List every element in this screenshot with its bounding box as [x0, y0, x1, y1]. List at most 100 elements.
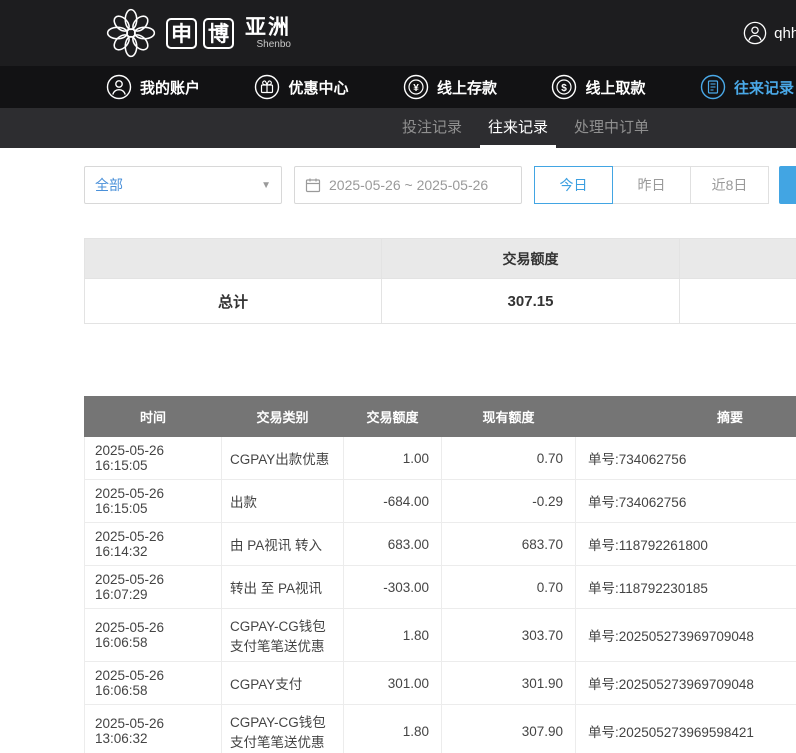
main-nav: 我的账户 优惠中心 ¥ 线上存款 $ 线上取款 — [0, 66, 796, 108]
transactions-header-row: 时间 交易类别 交易额度 现有额度 摘要 — [85, 397, 796, 437]
type-cell: CGPAY出款优惠 — [222, 437, 344, 480]
nav-item-label: 我的账户 — [140, 77, 200, 98]
table-row: 2025-05-26 16:14:32由 PA视讯 转入683.00683.70… — [85, 523, 796, 566]
type-cell: CGPAY支付 — [222, 662, 344, 705]
summary-cell: 单号:202505273969709048 — [576, 662, 796, 705]
tab-betting-records[interactable]: 投注记录 — [402, 108, 462, 148]
balance-cell: 683.70 — [442, 523, 576, 566]
nav-item-my-account[interactable]: 我的账户 — [106, 74, 200, 100]
chevron-down-icon: ▼ — [261, 180, 271, 191]
time-cell: 2025-05-26 16:14:32 — [85, 523, 222, 566]
table-row: 2025-05-26 16:07:29转出 至 PA视讯-303.000.70单… — [85, 566, 796, 609]
logo-char-shen: 申 — [166, 18, 197, 49]
logo-char-bo: 博 — [203, 18, 234, 49]
quick-filter-yesterday[interactable]: 昨日 — [612, 166, 691, 204]
tab-pending-orders[interactable]: 处理中订单 — [574, 108, 649, 148]
search-button[interactable] — [779, 166, 796, 204]
top-header: 申 博 亚洲 Shenbo qhhw — [0, 0, 796, 66]
summary-cell: 单号:118792261800 — [576, 523, 796, 566]
table-row: 2025-05-26 16:06:58CGPAY-CG钱包支付笔笔送优惠1.80… — [85, 609, 796, 662]
table-row: 2025-05-26 16:15:05CGPAY出款优惠1.000.70单号:7… — [85, 437, 796, 480]
time-cell: 2025-05-26 16:15:05 — [85, 480, 222, 523]
transactions-table: 时间 交易类别 交易额度 现有额度 摘要 2025-05-26 16:15:05… — [84, 396, 796, 753]
balance-cell: 307.90 — [442, 705, 576, 753]
withdraw-coin-icon: $ — [551, 74, 577, 100]
table-row: 2025-05-26 16:06:58CGPAY支付301.00301.90单号… — [85, 662, 796, 705]
date-range-input[interactable]: 2025-05-26 ~ 2025-05-26 — [294, 166, 522, 204]
gift-icon — [254, 74, 280, 100]
brand-logo: 申 博 亚洲 Shenbo — [104, 6, 291, 60]
type-select[interactable]: 全部 ▼ — [84, 166, 282, 204]
summary-cell: 单号:202505273969598421 — [576, 705, 796, 753]
nav-item-label: 优惠中心 — [288, 77, 348, 98]
svg-text:$: $ — [562, 83, 568, 94]
nav-item-deposit[interactable]: ¥ 线上存款 — [403, 74, 497, 100]
lotus-flower-icon — [104, 6, 158, 60]
nav-item-label: 线上取款 — [585, 77, 645, 98]
amount-cell: -684.00 — [344, 480, 442, 523]
records-icon — [700, 74, 726, 100]
amount-cell: 1.00 — [344, 437, 442, 480]
nav-item-transactions[interactable]: 往来记录 — [700, 74, 794, 100]
logo-subbrand-text: Shenbo — [245, 39, 291, 50]
time-cell: 2025-05-26 16:06:58 — [85, 609, 222, 662]
user-name: qhhw — [774, 25, 796, 42]
balance-cell: 0.70 — [442, 566, 576, 609]
balance-cell: 301.90 — [442, 662, 576, 705]
summary-header-empty2 — [680, 239, 796, 279]
amount-cell: -303.00 — [344, 566, 442, 609]
summary-cell: 单号:734062756 — [576, 437, 796, 480]
table-row: 2025-05-26 13:06:32CGPAY-CG钱包支付笔笔送优惠1.80… — [85, 705, 796, 753]
balance-cell: -0.29 — [442, 480, 576, 523]
summary-cell: 单号:202505273969709048 — [576, 609, 796, 662]
user-icon — [106, 74, 132, 100]
time-cell: 2025-05-26 16:06:58 — [85, 662, 222, 705]
column-header-balance: 现有额度 — [442, 397, 576, 437]
summary-total-value: 307.15 — [382, 279, 680, 324]
amount-cell: 1.80 — [344, 705, 442, 753]
transactions-body: 2025-05-26 16:15:05CGPAY出款优惠1.000.70单号:7… — [85, 437, 796, 753]
user-account[interactable]: qhhw — [743, 0, 796, 66]
quick-filter-today[interactable]: 今日 — [534, 166, 613, 204]
column-header-amount: 交易额度 — [344, 397, 442, 437]
deposit-coin-icon: ¥ — [403, 74, 429, 100]
nav-item-withdraw[interactable]: $ 线上取款 — [551, 74, 645, 100]
quick-filter-last8days[interactable]: 近8日 — [690, 166, 769, 204]
column-header-type: 交易类别 — [222, 397, 344, 437]
tab-transaction-records[interactable]: 往来记录 — [488, 108, 548, 148]
nav-item-promotions[interactable]: 优惠中心 — [254, 74, 348, 100]
type-cell: 转出 至 PA视讯 — [222, 566, 344, 609]
summary-header-amount: 交易额度 — [382, 239, 680, 279]
logo-region-text: 亚洲 — [245, 17, 291, 39]
nav-item-label: 线上存款 — [437, 77, 497, 98]
balance-cell: 0.70 — [442, 437, 576, 480]
summary-header-empty — [85, 239, 382, 279]
time-cell: 2025-05-26 16:07:29 — [85, 566, 222, 609]
column-header-summary: 摘要 — [576, 397, 796, 437]
user-avatar-icon — [743, 21, 767, 45]
summary-header-row: 交易额度 — [85, 239, 796, 279]
amount-cell: 683.00 — [344, 523, 442, 566]
subnav-tabs: 投注记录 往来记录 处理中订单 — [0, 108, 796, 148]
table-row: 2025-05-26 16:15:05出款-684.00-0.29单号:7340… — [85, 480, 796, 523]
filter-bar: 全部 ▼ 2025-05-26 ~ 2025-05-26 今日 昨日 近8日 — [84, 166, 796, 204]
type-cell: CGPAY-CG钱包支付笔笔送优惠 — [222, 609, 344, 662]
time-cell: 2025-05-26 16:15:05 — [85, 437, 222, 480]
column-header-time: 时间 — [85, 397, 222, 437]
nav-item-label: 往来记录 — [734, 77, 794, 98]
svg-text:¥: ¥ — [413, 83, 419, 94]
summary-cell: 单号:734062756 — [576, 480, 796, 523]
balance-cell: 303.70 — [442, 609, 576, 662]
time-cell: 2025-05-26 13:06:32 — [85, 705, 222, 753]
amount-cell: 301.00 — [344, 662, 442, 705]
type-cell: 出款 — [222, 480, 344, 523]
type-cell: 由 PA视讯 转入 — [222, 523, 344, 566]
summary-empty-cell — [680, 279, 796, 324]
summary-total-label: 总计 — [85, 279, 382, 324]
amount-cell: 1.80 — [344, 609, 442, 662]
date-range-value: 2025-05-26 ~ 2025-05-26 — [329, 177, 488, 193]
type-select-value: 全部 — [95, 175, 123, 195]
calendar-icon — [305, 177, 321, 193]
logo-region: 亚洲 Shenbo — [245, 17, 291, 50]
summary-total-row: 总计 307.15 — [85, 279, 796, 324]
